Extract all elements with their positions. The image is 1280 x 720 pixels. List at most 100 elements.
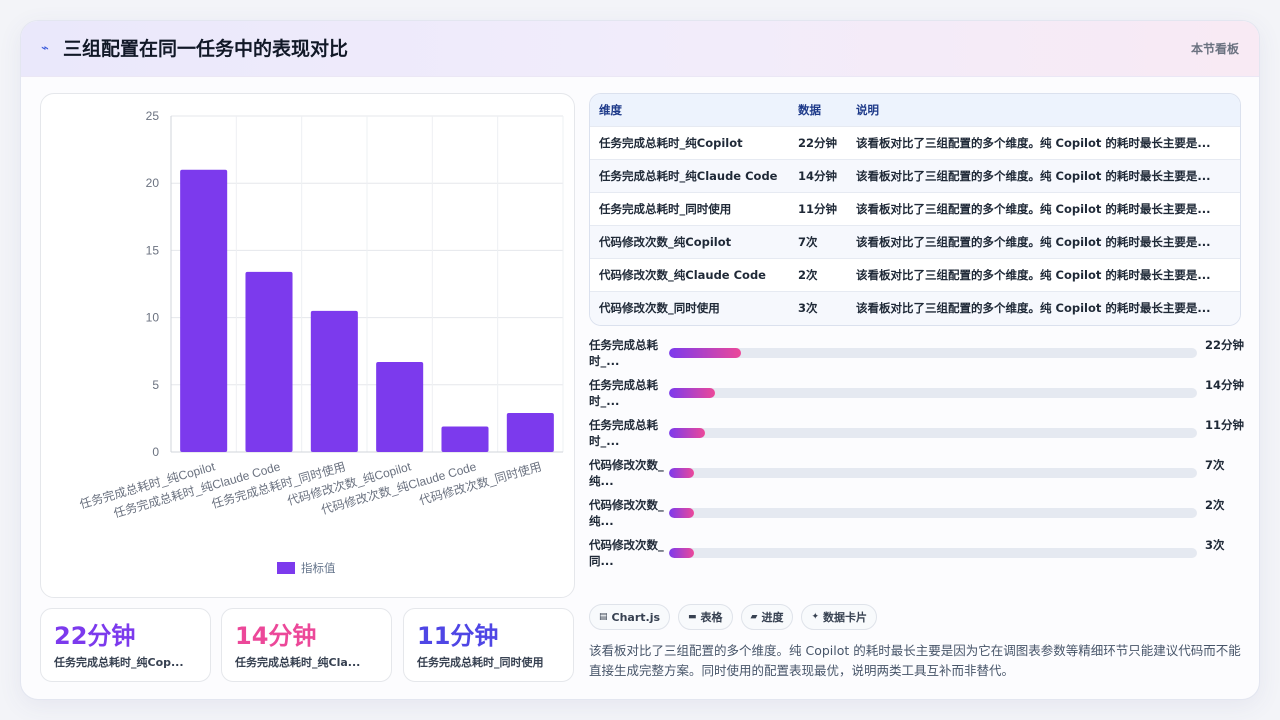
data-table: 维度 数据 说明 任务完成总耗时_纯Copilot 22分钟 该看板对比了三组配… [589,93,1241,326]
stat-card-copilot: 22分钟 任务完成总耗时_纯Cop... [40,608,211,682]
section-tag: 本节看板 [1190,42,1239,56]
progress-label: 任务完成总耗时_... [589,338,658,368]
progress-value: 22分钟 [1205,338,1245,352]
bar [441,426,489,452]
progress-track [669,548,1197,558]
progress-value: 2次 [1205,498,1225,512]
cell-value: 22分钟 [798,136,838,150]
cell-note: 该看板对比了三组配置的多个维度。纯 Copilot 的耗时最长主要是... [856,136,1211,150]
bar [180,169,228,452]
progress-track [669,508,1197,518]
bar-chart: 0510152025任务完成总耗时_纯Copilot任务完成总耗时_纯Claud… [78,109,564,520]
cell-value: 2次 [798,268,818,282]
progress-track [669,428,1197,438]
stat-value: 22分钟 [54,622,136,650]
y-tick-label: 20 [146,176,160,190]
cell-dimension: 代码修改次数_纯Copilot [599,235,732,249]
table-row: 任务完成总耗时_同时使用 11分钟 该看板对比了三组配置的多个维度。纯 Copi… [590,193,1240,226]
chip-progress[interactable]: ▰ 进度 [740,604,794,630]
bar [310,310,358,452]
bar [506,413,554,452]
summary-text: 该看板对比了三组配置的多个维度。纯 Copilot 的耗时最长主要是因为它在调图… [589,643,1241,678]
progress-value: 14分钟 [1205,378,1245,392]
bar-chart-panel: 0 5 10 15 20 25 任务完成总耗时_纯Copilot 任务完成总耗时_纯Claud… [40,93,575,598]
progress-row: 代码修改次数_纯... 7次 [589,457,1241,489]
page-title: 三组配置在同一任务中的表现对比 [63,38,349,60]
chip-label: Chart.js [611,610,661,624]
progress-value: 7次 [1205,458,1225,472]
progress-fill [669,468,695,478]
table-row: 代码修改次数_纯Claude Code 2次 该看板对比了三组配置的多个维度。纯… [590,259,1240,292]
progress-row: 任务完成总耗时_... 22分钟 [589,337,1244,369]
y-tick-label: 15 [146,243,160,257]
progress-fill [669,348,741,358]
table-row: 任务完成总耗时_纯Copilot 22分钟 该看板对比了三组配置的多个维度。纯 … [590,127,1240,160]
chart-legend[interactable]: 指标值 [277,560,336,576]
stat-label: 任务完成总耗时_纯Cop... [54,656,184,669]
card-icon: ✦ [811,612,820,622]
progress-label: 任务完成总耗时_... [589,418,658,448]
chart-icon: ▤ [599,612,608,622]
progress-label: 代码修改次数_纯... [589,498,664,528]
stat-label: 任务完成总耗时_纯Cla... [235,656,361,669]
column-header-dimension: 维度 [599,103,622,117]
dashboard-card: ⌁ 三组配置在同一任务中的表现对比 本节看板 0 5 10 15 20 25 任务完成总耗时… [20,20,1260,700]
progress-track [669,388,1197,398]
stat-label: 任务完成总耗时_同时使用 [417,656,544,669]
progress-row: 代码修改次数_纯... 2次 [589,497,1241,529]
progress-track [669,348,1197,358]
cell-dimension: 代码修改次数_纯Claude Code [599,268,766,282]
table-header-row: 维度 数据 说明 [590,94,1240,127]
stat-value: 11分钟 [417,622,499,650]
stat-card-combined: 11分钟 任务完成总耗时_同时使用 [403,608,574,682]
feature-chips: ▤ Chart.js ▬ 表格 ▰ 进度 ✦ 数据卡片 [589,604,885,630]
progress-value: 11分钟 [1205,418,1245,432]
cell-dimension: 代码修改次数_同时使用 [599,301,720,315]
progress-track [669,468,1197,478]
column-header-note: 说明 [856,103,879,117]
cell-value: 3次 [798,301,818,315]
progress-icon: ▰ [750,612,758,622]
progress-fill [669,428,705,438]
cell-note: 该看板对比了三组配置的多个维度。纯 Copilot 的耗时最长主要是... [856,268,1211,282]
cell-value: 7次 [798,235,818,249]
bar [245,271,293,452]
cell-value: 14分钟 [798,169,838,183]
chip-table[interactable]: ▬ 表格 [678,604,733,630]
trend-icon: ⌁ [41,41,49,56]
progress-fill [669,508,695,518]
table-icon: ▬ [688,612,697,622]
cell-value: 11分钟 [798,202,838,216]
bar [376,361,424,452]
stat-card-claude-code: 14分钟 任务完成总耗时_纯Cla... [221,608,392,682]
chip-label: 数据卡片 [823,611,868,624]
chip-data-card[interactable]: ✦ 数据卡片 [801,604,878,630]
dashboard-header: ⌁ 三组配置在同一任务中的表现对比 本节看板 [21,21,1259,77]
cell-note: 该看板对比了三组配置的多个维度。纯 Copilot 的耗时最长主要是... [856,202,1211,216]
y-tick-label: 25 [146,109,160,123]
cell-note: 该看板对比了三组配置的多个维度。纯 Copilot 的耗时最长主要是... [856,235,1211,249]
progress-row: 任务完成总耗时_... 11分钟 [589,417,1244,449]
chip-label: 表格 [700,611,723,624]
table-row: 代码修改次数_同时使用 3次 该看板对比了三组配置的多个维度。纯 Copilot… [590,292,1240,325]
table-row: 任务完成总耗时_纯Claude Code 14分钟 该看板对比了三组配置的多个维… [590,160,1240,193]
y-tick-label: 10 [146,311,160,325]
progress-label: 任务完成总耗时_... [589,378,658,408]
progress-label: 代码修改次数_纯... [589,458,664,488]
table-row: 代码修改次数_纯Copilot 7次 该看板对比了三组配置的多个维度。纯 Cop… [590,226,1240,259]
cell-dimension: 任务完成总耗时_同时使用 [599,202,732,216]
cell-note: 该看板对比了三组配置的多个维度。纯 Copilot 的耗时最长主要是... [856,169,1211,183]
cell-note: 该看板对比了三组配置的多个维度。纯 Copilot 的耗时最长主要是... [856,301,1211,315]
chip-label: 进度 [761,611,784,624]
progress-fill [669,388,715,398]
progress-row: 任务完成总耗时_... 14分钟 [589,377,1244,409]
y-tick-label: 5 [152,378,159,392]
progress-row: 代码修改次数_同... 3次 [589,537,1241,569]
column-header-value: 数据 [798,103,821,117]
progress-value: 3次 [1205,538,1225,552]
y-tick-label: 0 [152,445,159,459]
legend-swatch [277,562,295,574]
stat-value: 14分钟 [235,622,317,650]
progress-label: 代码修改次数_同... [589,538,664,568]
chip-chartjs[interactable]: ▤ Chart.js [589,604,671,630]
